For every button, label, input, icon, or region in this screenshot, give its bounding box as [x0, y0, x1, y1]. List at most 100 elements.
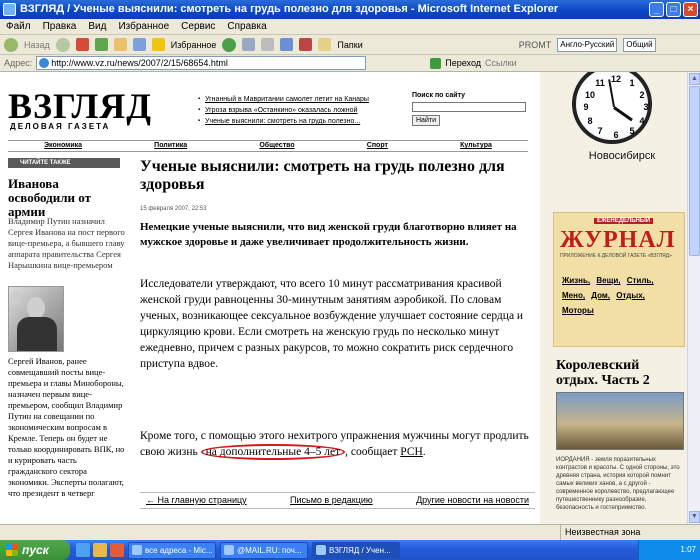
go-button[interactable]: Переход: [445, 58, 481, 68]
menu-favorites[interactable]: Избранное: [118, 19, 169, 34]
taskbar-task-active[interactable]: ВЗГЛЯД / Учен...: [312, 541, 400, 559]
maximize-button[interactable]: □: [666, 2, 681, 17]
ie-icon: [3, 3, 16, 16]
menu-help[interactable]: Справка: [227, 19, 266, 34]
security-zone: Неизвестная зона: [560, 525, 640, 541]
taskbar-task[interactable]: @MAIL.RU: поч...: [220, 541, 308, 559]
magazine-link[interactable]: Моторы: [562, 306, 594, 315]
ie-quicklaunch-icon[interactable]: [76, 543, 90, 557]
scroll-up-icon[interactable]: ▲: [689, 73, 700, 85]
magazine-banner[interactable]: ЕЖЕНЕДЕЛЬНЫЙ ЖУРНАЛ ПРИЛОЖЕНИЕ К ДЕЛОВОЙ…: [553, 212, 685, 347]
magazine-link[interactable]: Жизнь,: [562, 276, 590, 285]
headline-link[interactable]: Угроза взрыва «Останкино» оказалась ложн…: [198, 105, 398, 116]
headline-link[interactable]: Угнанный в Мавритании самолет летит на К…: [198, 94, 398, 105]
home-icon[interactable]: [113, 38, 127, 51]
menu-tools[interactable]: Сервис: [181, 19, 215, 34]
article-paragraph-2: Кроме того, с помощью этого нехитрого уп…: [140, 428, 535, 460]
stop-icon[interactable]: [75, 38, 89, 51]
translation-direction-select[interactable]: Англо-Русский: [557, 37, 618, 52]
address-url: http://www.vz.ru/news/2007/2/15/68654.ht…: [51, 58, 228, 68]
window-title: ВЗГЛЯД / Ученые выяснили: смотреть на гр…: [20, 3, 559, 15]
headline-link[interactable]: Ученые выяснили: смотреть на грудь полез…: [198, 116, 398, 127]
read-also-header: ЧИТАЙТЕ ТАКЖЕ: [8, 158, 120, 168]
letter-to-editor-link[interactable]: Письмо в редакцию: [290, 493, 373, 508]
article-title: Ученые выяснили: смотреть на грудь полез…: [140, 158, 505, 193]
search-icon[interactable]: [132, 38, 146, 51]
nav-politics[interactable]: Политика: [154, 141, 187, 151]
site-logo-subtitle: ДЕЛОВАЯ ГАЗЕТА: [10, 122, 111, 131]
menu-edit[interactable]: Правка: [43, 19, 77, 34]
clock-city[interactable]: Новосибирск: [572, 150, 672, 162]
clock-number: 10: [584, 90, 595, 100]
magazine-link[interactable]: Мено,: [562, 291, 585, 300]
magazine-links: Жизнь, Вещи, Стиль, Мено, Дом, Отдых, Мо…: [562, 273, 680, 318]
close-button[interactable]: ×: [683, 2, 698, 17]
menu-view[interactable]: Вид: [88, 19, 106, 34]
address-input[interactable]: http://www.vz.ru/news/2007/2/15/68654.ht…: [36, 56, 367, 70]
magazine-tag: ЕЖЕНЕДЕЛЬНЫЙ: [594, 218, 654, 224]
other-news-link[interactable]: Другие новости на новости: [416, 493, 529, 508]
back-button-label[interactable]: Назад: [24, 40, 50, 50]
translation-style-select[interactable]: Общий: [623, 37, 656, 52]
clock-number: 12: [610, 74, 621, 84]
nav-culture[interactable]: Культура: [460, 141, 492, 151]
start-button[interactable]: пуск: [0, 540, 70, 560]
site-logo[interactable]: ВЗГЛЯД: [8, 88, 152, 124]
nav-sport[interactable]: Спорт: [367, 141, 388, 151]
desktop-quicklaunch-icon[interactable]: [93, 543, 107, 557]
page-icon: [39, 58, 50, 68]
menu-file[interactable]: Файл: [6, 19, 31, 34]
magazine-link[interactable]: Стиль,: [627, 276, 654, 285]
favorites-star-icon[interactable]: [151, 38, 165, 51]
folders-button-label[interactable]: Папки: [337, 40, 362, 50]
magazine-link[interactable]: Отдых,: [616, 291, 645, 300]
clock-number: 7: [597, 126, 603, 136]
vertical-scrollbar[interactable]: ▲ ▼: [687, 72, 700, 524]
paragraph-2-tail: .: [422, 446, 426, 458]
nav-society[interactable]: Общество: [259, 141, 294, 151]
go-arrow-icon[interactable]: [430, 57, 442, 69]
paragraph-2-end: , сообщает: [345, 446, 398, 458]
site-search-input[interactable]: [412, 101, 526, 112]
promo-title[interactable]: Королевский отдых. Часть 2: [556, 358, 684, 388]
cut-icon[interactable]: [299, 38, 313, 51]
clock-number: 5: [629, 126, 635, 136]
minimize-button[interactable]: _: [649, 2, 664, 17]
site-search-label: Поиск по сайту: [412, 92, 466, 99]
mail-icon[interactable]: [242, 38, 256, 51]
clock-number: 9: [583, 102, 589, 112]
back-arrow-icon[interactable]: [4, 37, 18, 52]
edit-icon[interactable]: [280, 38, 294, 51]
taskbar: пуск все адреса - Mic... @MAIL.RU: поч..…: [0, 540, 700, 560]
scroll-down-icon[interactable]: ▼: [689, 511, 700, 523]
links-label[interactable]: Ссылки: [485, 58, 517, 68]
forward-arrow-icon[interactable]: [55, 37, 70, 52]
history-icon[interactable]: [222, 37, 237, 52]
refresh-icon[interactable]: [94, 38, 108, 51]
print-icon[interactable]: [261, 38, 275, 51]
folders-icon[interactable]: [318, 38, 332, 51]
site-search-button[interactable]: Найти: [412, 114, 440, 126]
promo-image[interactable]: [556, 392, 684, 450]
window-titlebar[interactable]: ВЗГЛЯД / Ученые выяснили: смотреть на гр…: [0, 0, 700, 19]
quick-launch: [76, 543, 124, 557]
sidebar-headline[interactable]: Иванова освободили от армии: [8, 177, 123, 219]
magazine-subtitle: ПРИЛОЖЕНИЕ К ДЕЛОВОЙ ГАЗЕТЕ «ВЗГЛЯД»: [560, 253, 672, 259]
magazine-link[interactable]: Вещи,: [596, 276, 620, 285]
system-tray-clock[interactable]: 1:07: [638, 540, 700, 560]
home-page-link[interactable]: ← На главную страницу: [146, 493, 247, 508]
favorites-button-label[interactable]: Избранное: [171, 40, 217, 50]
source-link[interactable]: РСН: [400, 446, 423, 458]
taskbar-task[interactable]: все адреса - Mic...: [128, 541, 216, 559]
clock-number: 4: [639, 116, 645, 126]
scroll-thumb[interactable]: [689, 86, 700, 256]
standard-toolbar: Назад Избранное Папки PROMT Англо-Русски…: [0, 35, 700, 55]
top-headlines: Угнанный в Мавритании самолет летит на К…: [198, 94, 398, 127]
nav-economy[interactable]: Экономика: [44, 141, 82, 151]
news-photo[interactable]: [8, 286, 64, 352]
media-quicklaunch-icon[interactable]: [110, 543, 124, 557]
magazine-title: ЖУРНАЛ: [560, 227, 676, 253]
address-bar: Адрес: http://www.vz.ru/news/2007/2/15/6…: [0, 55, 700, 72]
section-nav: Экономика Политика Общество Спорт Культу…: [8, 140, 528, 152]
magazine-link[interactable]: Дом,: [591, 291, 610, 300]
